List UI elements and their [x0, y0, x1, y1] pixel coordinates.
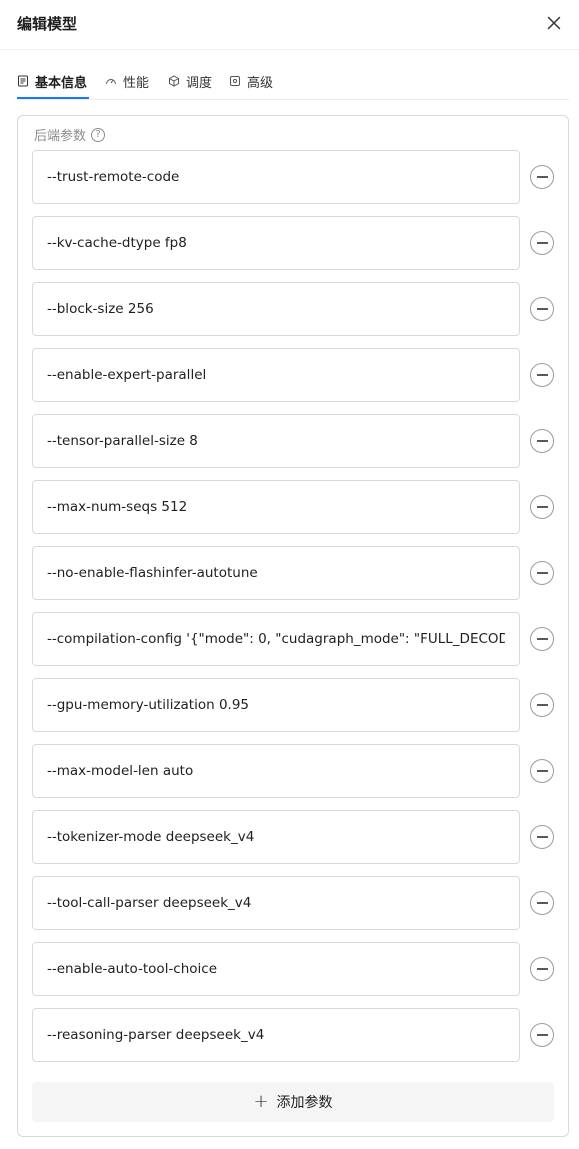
tab-label: 调度: [186, 75, 213, 91]
minus-circle-icon: [536, 902, 548, 904]
param-row: [32, 612, 556, 666]
remove-param-button[interactable]: [530, 1023, 554, 1047]
close-icon: [547, 16, 561, 30]
param-input[interactable]: [32, 1008, 520, 1062]
remove-param-button[interactable]: [530, 297, 554, 321]
param-input[interactable]: [32, 414, 520, 468]
settings-icon: [229, 75, 241, 87]
tab-label: 高级: [247, 75, 274, 91]
minus-circle-icon: [536, 704, 548, 706]
minus-circle-icon: [536, 374, 548, 376]
param-row: [32, 348, 556, 402]
minus-circle-icon: [536, 836, 548, 838]
param-input[interactable]: [32, 216, 520, 270]
document-icon: [17, 75, 29, 87]
backend-params-label: 后端参数 ?: [34, 125, 106, 144]
question-circle-icon[interactable]: ?: [91, 127, 106, 142]
param-input[interactable]: [32, 810, 520, 864]
remove-param-button[interactable]: [530, 825, 554, 849]
param-row: [32, 282, 556, 336]
param-input[interactable]: [32, 282, 520, 336]
param-row: [32, 546, 556, 600]
tab-performance[interactable]: 性能: [105, 62, 149, 100]
tab-label: 基本信息: [35, 75, 88, 91]
minus-circle-icon: [536, 968, 548, 970]
param-input[interactable]: [32, 876, 520, 930]
add-param-label: 添加参数: [276, 1095, 333, 1111]
minus-circle-icon: [536, 638, 548, 640]
param-row: [32, 942, 556, 996]
param-row: [32, 810, 556, 864]
param-row: [32, 744, 556, 798]
param-input[interactable]: [32, 150, 520, 204]
minus-circle-icon: [536, 440, 548, 442]
backend-params-panel: 后端参数 ? + 添加参数: [17, 115, 569, 1137]
plus-icon: +: [253, 1091, 269, 1112]
param-row: [32, 150, 556, 204]
param-row: [32, 480, 556, 534]
remove-param-button[interactable]: [530, 495, 554, 519]
remove-param-button[interactable]: [530, 165, 554, 189]
remove-param-button[interactable]: [530, 627, 554, 651]
tab-scheduling[interactable]: 调度: [168, 62, 212, 100]
tab-label: 性能: [123, 75, 150, 91]
param-input[interactable]: [32, 612, 520, 666]
param-row: [32, 678, 556, 732]
param-row: [32, 414, 556, 468]
remove-param-button[interactable]: [530, 957, 554, 981]
param-row: [32, 1008, 556, 1062]
remove-param-button[interactable]: [530, 429, 554, 453]
param-input[interactable]: [32, 942, 520, 996]
minus-circle-icon: [536, 572, 548, 574]
dialog-header: 编辑模型: [0, 0, 579, 50]
section-label-text: 后端参数: [34, 129, 87, 144]
remove-param-button[interactable]: [530, 891, 554, 915]
remove-param-button[interactable]: [530, 231, 554, 255]
close-button[interactable]: [543, 12, 565, 34]
minus-circle-icon: [536, 242, 548, 244]
param-input[interactable]: [32, 480, 520, 534]
minus-circle-icon: [536, 770, 548, 772]
active-tab-indicator: [17, 97, 89, 99]
param-input[interactable]: [32, 348, 520, 402]
minus-circle-icon: [536, 1034, 548, 1036]
tab-bar: 基本信息 性能 调度 高级: [17, 62, 569, 100]
param-row: [32, 216, 556, 270]
minus-circle-icon: [536, 308, 548, 310]
minus-circle-icon: [536, 176, 548, 178]
minus-circle-icon: [536, 506, 548, 508]
remove-param-button[interactable]: [530, 693, 554, 717]
remove-param-button[interactable]: [530, 363, 554, 387]
gauge-icon: [105, 75, 117, 87]
tab-advanced[interactable]: 高级: [229, 62, 273, 100]
param-row: [32, 876, 556, 930]
add-param-button[interactable]: + 添加参数: [32, 1082, 554, 1122]
tab-basic-info[interactable]: 基本信息: [17, 62, 87, 100]
param-input[interactable]: [32, 744, 520, 798]
cube-icon: [168, 75, 180, 87]
dialog-title: 编辑模型: [17, 15, 78, 33]
remove-param-button[interactable]: [530, 561, 554, 585]
remove-param-button[interactable]: [530, 759, 554, 783]
param-input[interactable]: [32, 546, 520, 600]
param-input[interactable]: [32, 678, 520, 732]
